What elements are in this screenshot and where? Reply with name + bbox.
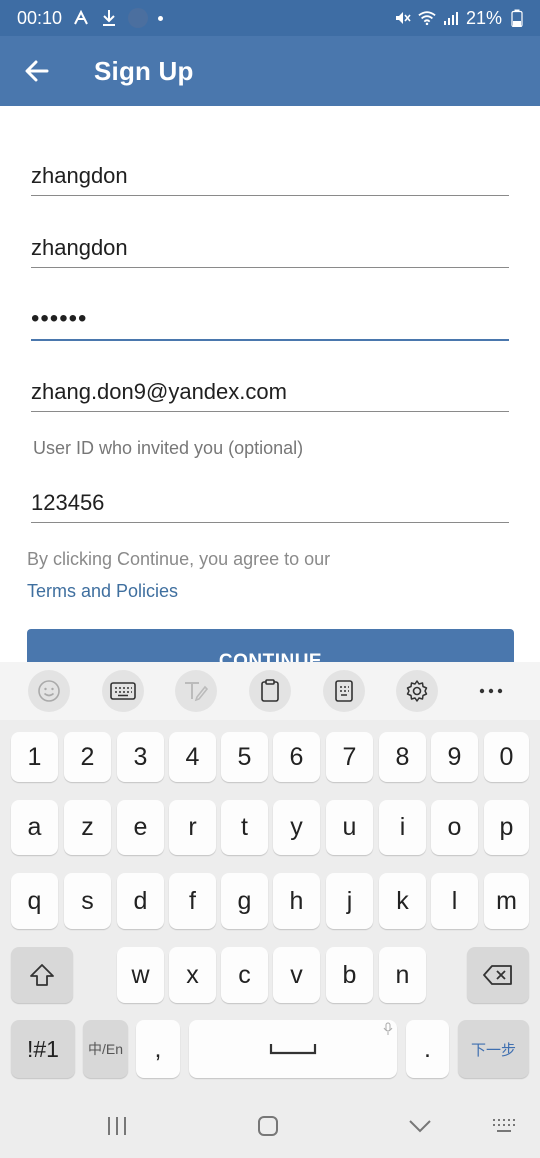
key-g[interactable]: g (221, 873, 268, 929)
download-icon (100, 9, 118, 27)
key-u[interactable]: u (326, 800, 373, 855)
invite-id-label: User ID who invited you (optional) (33, 438, 304, 458)
key-m[interactable]: m (484, 873, 529, 929)
wifi-icon (418, 9, 436, 27)
signal-icon (442, 9, 460, 27)
hide-keyboard-button[interactable] (400, 1106, 440, 1146)
language-switch-key[interactable]: 中/En (83, 1020, 128, 1078)
key-t[interactable]: t (221, 800, 268, 855)
key-v[interactable]: v (273, 947, 320, 1003)
more-options-button[interactable] (470, 670, 512, 712)
key-z[interactable]: z (64, 800, 111, 855)
key-9[interactable]: 9 (431, 732, 478, 782)
key-s[interactable]: s (64, 873, 111, 929)
key-l[interactable]: l (431, 873, 478, 929)
password-field[interactable]: •••••• (31, 305, 509, 341)
key-0[interactable]: 0 (484, 732, 529, 782)
period-key[interactable]: . (406, 1020, 449, 1078)
soft-keyboard: 1 2 3 4 5 6 7 8 9 0 a z e r t y u i o p … (0, 720, 540, 1090)
terms-link[interactable]: Terms and Policies (27, 581, 178, 602)
key-a[interactable]: a (11, 800, 58, 855)
continue-button[interactable]: CONTINUE (27, 629, 514, 662)
key-q[interactable]: q (11, 873, 58, 929)
keyboard-switch-button[interactable] (485, 1106, 525, 1146)
battery-percent: 21% (465, 7, 502, 28)
keyboard-mode-button[interactable] (101, 670, 144, 712)
key-4[interactable]: 4 (169, 732, 216, 782)
symbols-key[interactable]: !#1 (11, 1020, 75, 1078)
home-button[interactable] (248, 1106, 288, 1146)
key-j[interactable]: j (326, 873, 373, 929)
settings-icon (407, 680, 428, 702)
keyboard-grid-icon (493, 1119, 515, 1132)
key-8[interactable]: 8 (379, 732, 426, 782)
key-1[interactable]: 1 (11, 732, 58, 782)
emoji-icon (38, 680, 60, 702)
comma-key[interactable]: , (136, 1020, 180, 1078)
key-5[interactable]: 5 (221, 732, 268, 782)
home-icon (258, 1116, 278, 1136)
key-y[interactable]: y (273, 800, 320, 855)
status-bar: 00:10 21% (0, 0, 540, 36)
more-notifications-icon (158, 15, 164, 21)
shift-icon (30, 964, 54, 986)
invite-id-field[interactable]: 123456 (31, 490, 509, 523)
key-c[interactable]: c (221, 947, 268, 1003)
key-k[interactable]: k (379, 873, 426, 929)
back-arrow-icon (25, 60, 49, 82)
signup-form: zhangdon zhangdon •••••• zhang.don9@yand… (0, 106, 540, 662)
one-handed-icon (334, 680, 353, 702)
space-icon (269, 1044, 317, 1055)
key-h[interactable]: h (273, 873, 320, 929)
keyboard-icon (109, 682, 136, 700)
key-2[interactable]: 2 (64, 732, 111, 782)
agreement-text: By clicking Continue, you agree to our (27, 549, 331, 569)
key-6[interactable]: 6 (273, 732, 320, 782)
recent-apps-icon (108, 1117, 126, 1135)
key-b[interactable]: b (326, 947, 373, 1003)
status-time: 00:10 (17, 7, 63, 28)
chevron-down-icon (409, 1120, 431, 1133)
backspace-key[interactable] (467, 947, 529, 1003)
app-notification-icon (72, 9, 90, 27)
keyboard-settings-button[interactable] (396, 670, 439, 712)
key-w[interactable]: w (117, 947, 164, 1003)
clipboard-button[interactable] (248, 670, 291, 712)
system-nav-bar (0, 1090, 540, 1158)
emoji-button[interactable] (27, 670, 70, 712)
back-button[interactable] (0, 36, 74, 106)
key-7[interactable]: 7 (326, 732, 373, 782)
app-bar: Sign Up (0, 36, 540, 106)
first-name-field[interactable]: zhangdon (31, 163, 509, 196)
battery-icon (508, 9, 526, 27)
email-field[interactable]: zhang.don9@yandex.com (31, 379, 509, 412)
space-key[interactable] (189, 1020, 397, 1078)
key-r[interactable]: r (169, 800, 216, 855)
handwriting-icon (185, 682, 209, 702)
mic-icon (383, 1022, 393, 1035)
backspace-icon (483, 965, 512, 985)
next-key[interactable]: 下一步 (458, 1020, 529, 1078)
key-3[interactable]: 3 (117, 732, 164, 782)
app-notification-icon (128, 8, 149, 28)
key-d[interactable]: d (117, 873, 164, 929)
handwriting-button[interactable] (175, 670, 218, 712)
keyboard-toolbar (0, 662, 540, 720)
last-name-field[interactable]: zhangdon (31, 235, 509, 268)
one-handed-button[interactable] (322, 670, 365, 712)
more-icon (479, 688, 503, 694)
key-i[interactable]: i (379, 800, 426, 855)
key-n[interactable]: n (379, 947, 426, 1003)
key-x[interactable]: x (169, 947, 216, 1003)
clipboard-icon (261, 679, 279, 702)
recent-apps-button[interactable] (97, 1106, 137, 1146)
key-o[interactable]: o (431, 800, 478, 855)
shift-key[interactable] (11, 947, 73, 1003)
key-f[interactable]: f (169, 873, 216, 929)
mute-icon (394, 9, 412, 27)
page-title: Sign Up (94, 55, 194, 86)
key-p[interactable]: p (484, 800, 529, 855)
key-e[interactable]: e (117, 800, 164, 855)
